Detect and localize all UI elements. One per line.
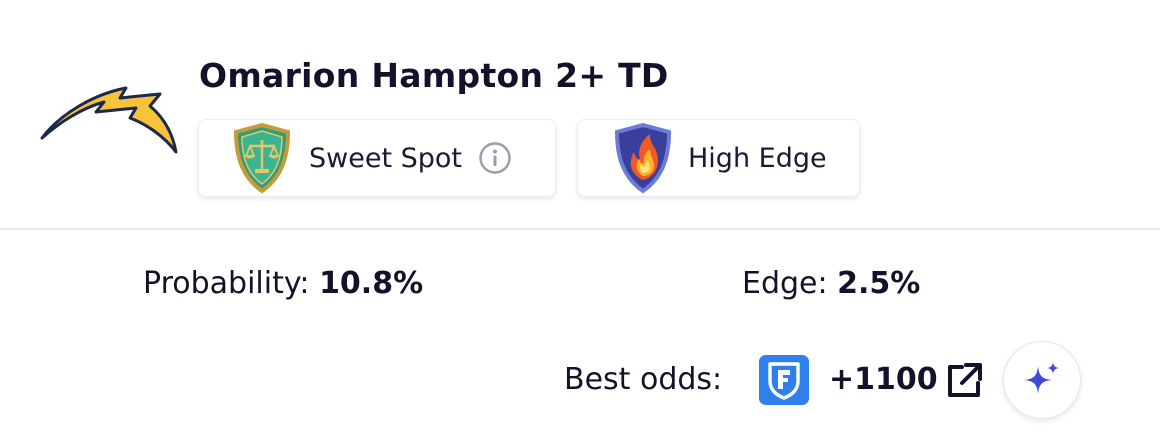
high-edge-label: High Edge	[688, 142, 827, 174]
prop-title: Omarion Hampton 2+ TD	[199, 56, 669, 95]
best-odds-label: Best odds:	[564, 362, 723, 397]
fanduel-logo-icon[interactable]	[759, 355, 809, 405]
info-icon[interactable]	[478, 141, 512, 175]
scales-shield-icon	[233, 122, 291, 194]
high-edge-badge: High Edge	[577, 119, 860, 197]
edge-stat: Edge: 2.5%	[742, 266, 920, 301]
probability-stat: Probability: 10.8%	[143, 266, 423, 301]
edge-value: 2.5%	[837, 266, 921, 301]
odds-value: +1100	[829, 362, 938, 397]
sparkle-icon	[1024, 362, 1059, 394]
team-bolt-logo	[40, 86, 178, 154]
edge-label: Edge:	[742, 266, 828, 301]
probability-label: Probability:	[143, 266, 310, 301]
ai-insights-button[interactable]	[1003, 341, 1081, 419]
flame-shield-icon	[614, 122, 672, 194]
probability-value: 10.8%	[319, 266, 424, 301]
external-link-icon[interactable]	[944, 361, 984, 401]
section-divider	[0, 228, 1160, 230]
sweet-spot-badge: Sweet Spot	[198, 119, 556, 197]
sweet-spot-label: Sweet Spot	[309, 142, 462, 174]
